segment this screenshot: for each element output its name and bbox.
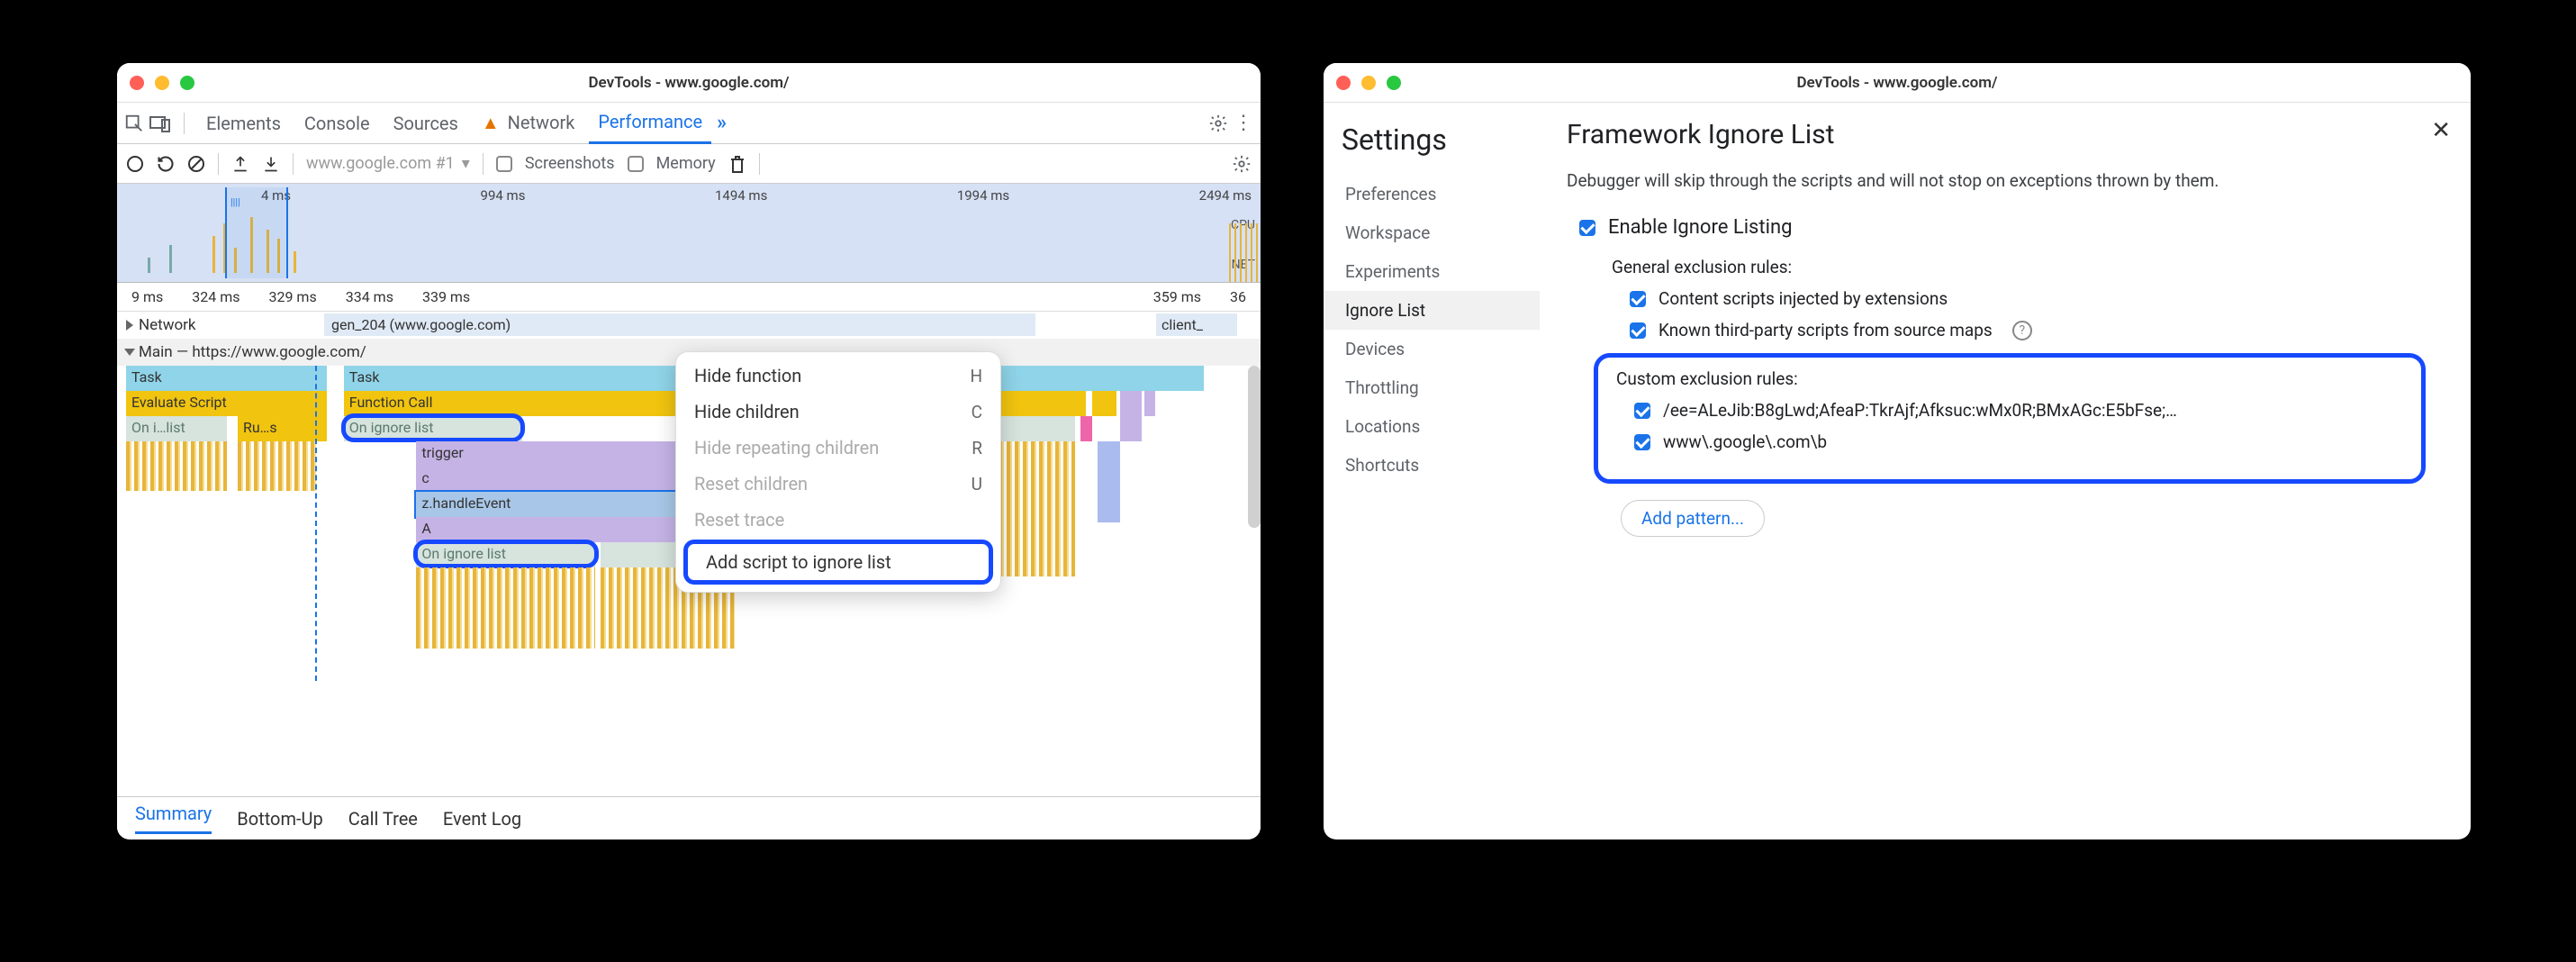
custom-rules-highlight: Custom exclusion rules: /ee=ALeJib:B8gLw… [1594, 353, 2426, 484]
flame-on-ignore-list[interactable]: On i…list [126, 416, 227, 441]
download-icon[interactable] [262, 155, 280, 173]
settings-heading: Settings [1342, 123, 1522, 157]
close-icon[interactable]: ✕ [2431, 117, 2451, 144]
network-track-header[interactable]: Network gen_204 (www.google.com) client_ [117, 312, 1261, 339]
recording-selector[interactable]: www.google.com #1 ▾ [306, 154, 470, 173]
network-entry[interactable]: gen_204 (www.google.com) [324, 313, 1035, 336]
tab-bottom-up[interactable]: Bottom-Up [237, 808, 322, 830]
help-icon[interactable]: ? [2012, 321, 2032, 340]
gc-icon[interactable] [728, 154, 746, 174]
time-cursor [315, 366, 317, 681]
sidebar-item-preferences[interactable]: Preferences [1324, 175, 1540, 213]
capture-settings-gear-icon[interactable] [1232, 154, 1252, 174]
window-title: DevTools - www.google.com/ [1324, 74, 2471, 92]
highlight-ring [413, 540, 599, 568]
tab-call-tree[interactable]: Call Tree [348, 808, 418, 830]
record-icon[interactable] [126, 155, 144, 173]
window-minimize-button[interactable] [1361, 76, 1376, 90]
warning-icon: ▲ [482, 112, 500, 133]
settings-main: ✕ Framework Ignore List Debugger will sk… [1540, 103, 2471, 839]
window-close-button[interactable] [1336, 76, 1351, 90]
enable-ignore-listing-checkbox[interactable]: Enable Ignore Listing [1579, 216, 2444, 239]
settings-sidebar: Settings Preferences Workspace Experimen… [1324, 103, 1540, 839]
performance-toolbar: www.google.com #1 ▾ Screenshots Memory [117, 144, 1261, 184]
devtools-performance-window: DevTools - www.google.com/ Elements Cons… [117, 63, 1261, 839]
overview-selection[interactable]: |||| [225, 187, 288, 278]
flame-task[interactable]: Task [126, 366, 327, 391]
sidebar-item-locations[interactable]: Locations [1324, 407, 1540, 446]
titlebar[interactable]: DevTools - www.google.com/ [117, 63, 1261, 103]
gear-icon[interactable] [1208, 113, 1228, 133]
add-pattern-button[interactable]: Add pattern... [1621, 500, 1765, 537]
sidebar-item-devices[interactable]: Devices [1324, 330, 1540, 368]
tab-network[interactable]: ▲ Network [473, 103, 584, 143]
window-zoom-button[interactable] [1387, 76, 1401, 90]
kebab-icon[interactable]: ⋮ [1234, 112, 1253, 134]
sidebar-item-shortcuts[interactable]: Shortcuts [1324, 446, 1540, 485]
titlebar[interactable]: DevTools - www.google.com/ [1324, 63, 2471, 103]
tab-event-log[interactable]: Event Log [443, 808, 521, 830]
window-title: DevTools - www.google.com/ [117, 74, 1261, 92]
expand-icon [126, 320, 133, 331]
custom-rule-checkbox[interactable]: www\.google\.com\b [1634, 431, 2409, 452]
collapse-icon [124, 349, 135, 356]
page-title: Framework Ignore List [1567, 119, 2444, 150]
reload-icon[interactable] [157, 155, 175, 173]
custom-rules-heading: Custom exclusion rules: [1616, 368, 2409, 389]
ctx-hide-repeating: Hide repeating childrenR [676, 430, 1000, 466]
ctx-reset-children: Reset childrenU [676, 466, 1000, 502]
flame-context-menu: Hide functionH Hide childrenC Hide repea… [675, 351, 1001, 593]
page-description: Debugger will skip through the scripts a… [1567, 170, 2444, 191]
sidebar-item-experiments[interactable]: Experiments [1324, 252, 1540, 291]
ctx-hide-function[interactable]: Hide functionH [676, 358, 1000, 394]
inspect-icon[interactable] [124, 113, 144, 133]
network-entry[interactable]: client_ [1156, 313, 1237, 336]
sidebar-item-workspace[interactable]: Workspace [1324, 213, 1540, 252]
rule-third-party-checkbox[interactable]: Known third-party scripts from source ma… [1630, 320, 2444, 340]
flame-ruler[interactable]: 9 ms 324 ms 329 ms 334 ms 339 ms 359 ms … [117, 283, 1261, 312]
ctx-hide-children[interactable]: Hide childrenC [676, 394, 1000, 430]
tab-sources[interactable]: Sources [384, 104, 467, 143]
ctx-reset-trace: Reset trace [676, 502, 1000, 538]
ctx-add-to-ignore-list[interactable]: Add script to ignore list [683, 540, 993, 585]
upload-icon[interactable] [231, 155, 249, 173]
device-toolbar-icon[interactable] [149, 114, 171, 132]
screenshots-checkbox[interactable]: Screenshots [496, 154, 615, 173]
sidebar-item-throttling[interactable]: Throttling [1324, 368, 1540, 407]
window-zoom-button[interactable] [180, 76, 194, 90]
chevron-down-icon: ▾ [462, 154, 470, 173]
custom-rule-checkbox[interactable]: /ee=ALeJib:B8gLwd;AfeaP:TkrAjf;Afksuc:wM… [1634, 400, 2409, 421]
tab-elements[interactable]: Elements [197, 104, 290, 143]
tab-summary[interactable]: Summary [135, 803, 212, 834]
devtools-settings-window: DevTools - www.google.com/ Settings Pref… [1324, 63, 2471, 839]
details-tabs: Summary Bottom-Up Call Tree Event Log [117, 796, 1261, 839]
general-rules-heading: General exclusion rules: [1612, 257, 2444, 277]
clear-icon[interactable] [187, 155, 205, 173]
memory-checkbox[interactable]: Memory [628, 154, 716, 173]
panel-tabbar: Elements Console Sources ▲ Network Perfo… [117, 103, 1261, 144]
more-tabs-icon[interactable]: » [717, 112, 727, 134]
tab-console[interactable]: Console [295, 104, 379, 143]
overview-timeline[interactable]: 4 ms 994 ms 1494 ms 1994 ms 2494 ms ||||… [117, 184, 1261, 283]
highlight-ring [341, 413, 524, 442]
flame-evaluate-script[interactable]: Evaluate Script [126, 391, 327, 416]
scrollbar[interactable] [1248, 366, 1261, 528]
flame-entry[interactable]: Ru…s [238, 416, 327, 441]
tab-performance[interactable]: Performance [589, 102, 711, 144]
window-close-button[interactable] [130, 76, 144, 90]
window-minimize-button[interactable] [155, 76, 169, 90]
sidebar-item-ignore-list[interactable]: Ignore List [1324, 291, 1540, 330]
rule-content-scripts-checkbox[interactable]: Content scripts injected by extensions [1630, 288, 2444, 309]
